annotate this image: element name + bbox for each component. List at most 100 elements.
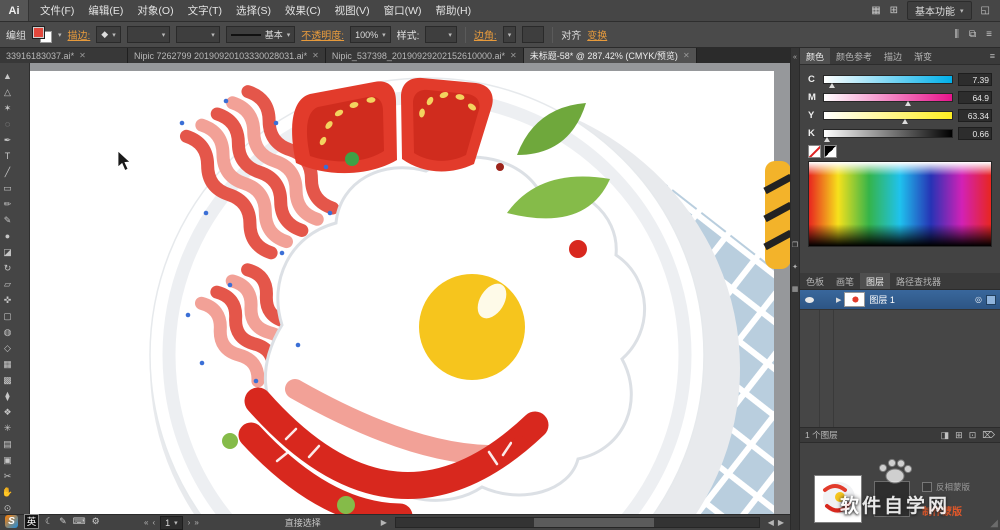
invert-mask-checkbox[interactable]: [922, 482, 932, 492]
corner-select[interactable]: ▾: [502, 26, 517, 43]
scroll-right-icon[interactable]: ▶: [776, 518, 786, 527]
hand-tool[interactable]: ✋: [0, 484, 15, 500]
layer-row-selected[interactable]: ▶ 图层 1 ◎: [800, 290, 1000, 310]
artboard-number-select[interactable]: 1 ▾: [160, 515, 183, 530]
width-tool[interactable]: ✜: [0, 292, 15, 308]
collapsed-symbols-icon[interactable]: ✦: [792, 263, 798, 271]
document-tab[interactable]: 33916183037.ai* ✕: [0, 48, 128, 63]
variable-width-select[interactable]: ▾: [126, 26, 171, 43]
layer-target-icon[interactable]: ◎: [975, 295, 982, 304]
black-white-swatch[interactable]: [824, 145, 837, 158]
align-label[interactable]: 对齐: [561, 27, 581, 42]
tab-color[interactable]: 颜色: [800, 48, 831, 64]
close-icon[interactable]: ✕: [510, 51, 517, 60]
yellow-value-box[interactable]: 63.34: [958, 109, 992, 122]
green-dot[interactable]: [337, 496, 355, 514]
artboard-canvas[interactable]: [30, 63, 790, 514]
none-swatch[interactable]: [808, 145, 821, 158]
scroll-left-icon[interactable]: ◀: [766, 518, 776, 527]
last-artboard-icon[interactable]: »: [192, 518, 200, 527]
horizontal-scrollbar[interactable]: [394, 517, 760, 528]
resize-grip-icon[interactable]: ◢: [990, 518, 998, 529]
direct-selection-tool[interactable]: △: [0, 84, 15, 100]
menu-object[interactable]: 对象(O): [130, 0, 180, 21]
eyedropper-tool[interactable]: ⧫: [0, 388, 15, 404]
slice-tool[interactable]: ✂: [0, 468, 15, 484]
layer-thumbnail[interactable]: [844, 292, 866, 307]
lock-cell[interactable]: [819, 290, 833, 309]
rotate-tool[interactable]: ↻: [0, 260, 15, 276]
layer-selection-indicator[interactable]: [986, 294, 996, 305]
black-slider[interactable]: [823, 128, 953, 142]
collapsed-transparency-icon[interactable]: ❐: [792, 241, 798, 249]
slider-thumb[interactable]: [829, 82, 836, 88]
stroke-panel-link[interactable]: 描边:: [68, 27, 91, 42]
chevron-down-icon[interactable]: ▾: [58, 31, 62, 39]
scrollbar-thumb[interactable]: [533, 518, 654, 527]
object-thumbnail[interactable]: [814, 475, 862, 523]
stroke-style-select[interactable]: 基本 ▾: [225, 26, 296, 43]
slider-thumb[interactable]: [901, 118, 908, 124]
layer-name[interactable]: 图层 1: [869, 293, 975, 306]
red-dot[interactable]: [512, 436, 528, 452]
panel-menu-icon[interactable]: ≡: [990, 51, 1000, 61]
workspace-switcher[interactable]: 基本功能 ▾: [907, 1, 972, 20]
type-tool[interactable]: T: [0, 148, 15, 164]
align-objects-icon[interactable]: ⫼: [954, 29, 959, 40]
layer-expand-arrow-icon[interactable]: ▶: [836, 296, 841, 304]
menu-select[interactable]: 选择(S): [229, 0, 278, 21]
tab-stroke[interactable]: 描边: [878, 48, 908, 64]
eraser-tool[interactable]: ◪: [0, 244, 15, 260]
fill-stroke-indicator[interactable]: [32, 26, 52, 43]
scale-tool[interactable]: ▱: [0, 276, 15, 292]
new-layer-icon[interactable]: ⊡: [969, 430, 977, 441]
menu-window[interactable]: 窗口(W): [377, 0, 429, 21]
color-spectrum-bar[interactable]: [808, 161, 992, 247]
collapsed-appearance-icon[interactable]: ▦: [792, 285, 799, 293]
tab-pathfinder[interactable]: 路径查找器: [890, 273, 947, 289]
make-mask-button[interactable]: 制作蒙版: [922, 503, 970, 518]
mask-thumbnail[interactable]: [874, 481, 910, 517]
style-select[interactable]: ▾: [425, 26, 457, 43]
menu-view[interactable]: 视图(V): [328, 0, 377, 21]
canvas-area[interactable]: [30, 63, 790, 514]
close-icon[interactable]: ✕: [79, 51, 86, 60]
close-icon[interactable]: ✕: [312, 51, 319, 60]
yellow-slider[interactable]: [823, 110, 953, 124]
opacity-select[interactable]: 100% ▾: [350, 26, 391, 43]
panel-menu-icon[interactable]: ≡: [986, 29, 992, 40]
cyan-value-box[interactable]: 7.39: [958, 73, 992, 86]
blend-tool[interactable]: ❖: [0, 404, 15, 420]
cyan-slider[interactable]: [823, 74, 953, 88]
menu-type[interactable]: 文字(T): [181, 0, 229, 21]
app-logo[interactable]: Ai: [0, 0, 29, 21]
make-clipping-mask-icon[interactable]: ◨: [941, 430, 950, 441]
tab-brushes[interactable]: 画笔: [830, 273, 860, 289]
next-artboard-icon[interactable]: ›: [186, 518, 193, 527]
pen-tool[interactable]: ✒: [0, 132, 15, 148]
mesh-tool[interactable]: ▦: [0, 356, 15, 372]
status-expand-icon[interactable]: ▶: [379, 518, 389, 527]
menu-effect[interactable]: 效果(C): [278, 0, 328, 21]
visibility-eye-icon[interactable]: [805, 296, 814, 303]
slider-thumb[interactable]: [904, 100, 911, 106]
lasso-tool[interactable]: ◌: [0, 116, 15, 132]
visibility-cell[interactable]: [800, 296, 819, 303]
magic-wand-tool[interactable]: ✶: [0, 100, 15, 116]
arrange-documents-icon[interactable]: ▦: [871, 5, 880, 16]
language-mode-button[interactable]: 英: [24, 513, 39, 529]
previous-artboard-icon[interactable]: ‹: [150, 518, 157, 527]
egg-yolk[interactable]: [419, 274, 525, 380]
selection-tool[interactable]: ▲: [0, 68, 15, 84]
stroke-weight-select[interactable]: ◆ ▾: [96, 26, 121, 43]
symbol-sprayer-tool[interactable]: ✳: [0, 420, 15, 436]
magenta-value-box[interactable]: 64.9: [958, 91, 992, 104]
tab-layers[interactable]: 图层: [860, 273, 891, 289]
pencil-tool[interactable]: ✎: [0, 212, 15, 228]
slider-thumb[interactable]: [824, 136, 831, 142]
expand-panels-icon[interactable]: «: [793, 54, 797, 61]
red-dot[interactable]: [569, 240, 587, 258]
tab-color-guide[interactable]: 颜色参考: [830, 48, 878, 64]
settings-wrench-icon[interactable]: ⚙: [92, 516, 100, 527]
cs-live-icon[interactable]: ◱: [981, 5, 990, 16]
